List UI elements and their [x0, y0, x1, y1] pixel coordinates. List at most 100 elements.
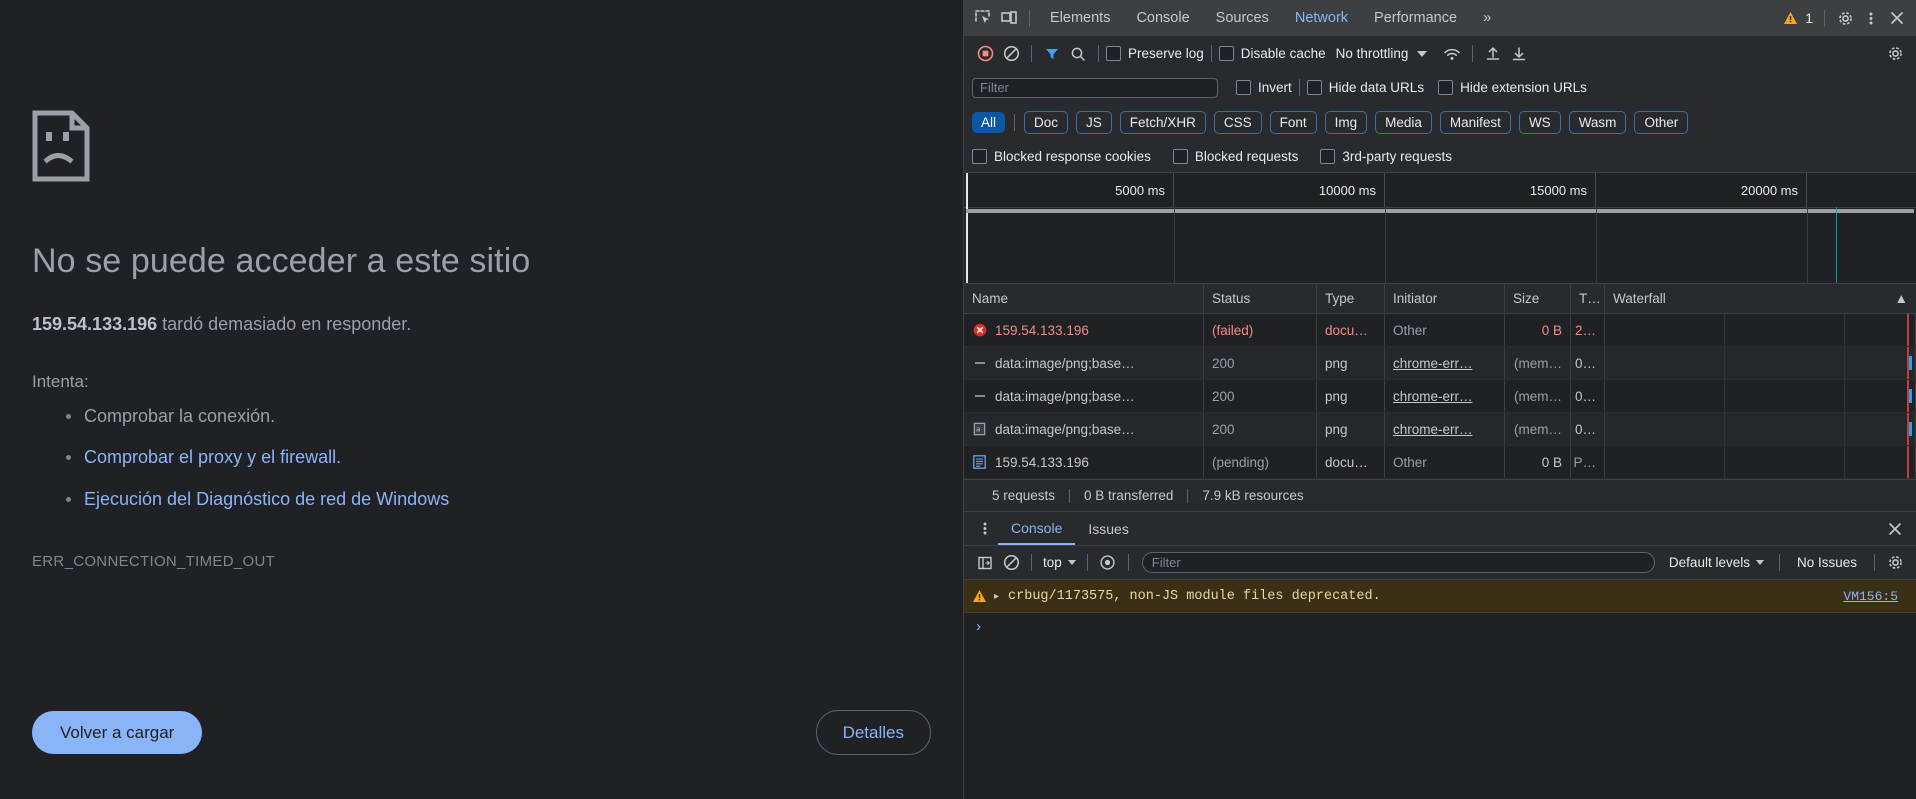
gear-icon[interactable]	[1882, 41, 1908, 67]
overview-tick: 20000 ms	[1596, 173, 1807, 207]
live-expression-icon[interactable]	[1095, 550, 1121, 576]
request-size: 0 B	[1505, 314, 1571, 346]
error-code: ERR_CONNECTION_TIMED_OUT	[32, 552, 276, 570]
chip-wasm[interactable]: Wasm	[1568, 110, 1627, 134]
try-label: Intenta:	[32, 371, 89, 391]
import-har-icon[interactable]	[1480, 41, 1506, 67]
chip-all[interactable]: All	[972, 111, 1006, 133]
filter-input[interactable]	[972, 77, 1218, 98]
gear-icon[interactable]	[1832, 5, 1858, 31]
request-initiator[interactable]: chrome-err…	[1393, 422, 1473, 437]
chip-media[interactable]: Media	[1375, 110, 1432, 134]
console-warning-message[interactable]: ▸ crbug/1173575, non-JS module files dep…	[964, 580, 1916, 613]
filter-funnel-icon[interactable]	[1039, 41, 1065, 67]
devtools-drawer: Console Issues top Filter Default levels…	[964, 512, 1916, 799]
tab-elements[interactable]: Elements	[1037, 0, 1123, 36]
table-row[interactable]: data:image/png;base… 200 png chrome-err……	[964, 380, 1916, 413]
chip-ws[interactable]: WS	[1518, 110, 1561, 134]
chip-other[interactable]: Other	[1634, 110, 1689, 134]
table-row[interactable]: 159.54.133.196 (pending) docu… Other 0 B…	[964, 446, 1916, 479]
column-header-time[interactable]: T…	[1571, 284, 1605, 313]
more-vertical-icon[interactable]	[1858, 5, 1884, 31]
network-conditions-icon[interactable]	[1439, 41, 1465, 67]
request-initiator[interactable]: chrome-err…	[1393, 356, 1473, 371]
sort-ascending-icon[interactable]: ▲	[1895, 291, 1908, 306]
expand-triangle-icon[interactable]: ▸	[994, 591, 999, 602]
device-toolbar-icon[interactable]	[996, 5, 1022, 31]
blocked-response-cookies-checkbox[interactable]: Blocked response cookies	[972, 148, 1151, 164]
overview-tick: 15000 ms	[1385, 173, 1596, 207]
hide-data-urls-checkbox[interactable]: Hide data URLs	[1306, 80, 1424, 95]
chip-font[interactable]: Font	[1269, 110, 1317, 134]
table-row[interactable]: data:image/png;base… 200 png chrome-err……	[964, 347, 1916, 380]
issues-counter[interactable]: No Issues	[1787, 555, 1867, 570]
column-header-type[interactable]: Type	[1317, 284, 1385, 313]
tab-sources[interactable]: Sources	[1203, 0, 1282, 36]
tab-network[interactable]: Network	[1282, 0, 1361, 36]
clear-icon[interactable]	[998, 41, 1024, 67]
request-name: data:image/png;base…	[995, 355, 1135, 371]
divider	[1014, 113, 1016, 131]
console-message-source-link[interactable]: VM156:5	[1843, 589, 1906, 604]
execution-context-selector[interactable]: top	[1039, 555, 1080, 570]
table-header-row: Name Status Type Initiator Size T… Water…	[964, 284, 1916, 314]
close-icon[interactable]	[1882, 516, 1908, 542]
throttling-select[interactable]: No throttling	[1336, 46, 1428, 61]
column-header-name[interactable]: Name	[964, 284, 1204, 313]
error-page-actions: Volver a cargar Detalles	[32, 710, 931, 755]
chip-css[interactable]: CSS	[1213, 110, 1262, 134]
export-har-icon[interactable]	[1506, 41, 1532, 67]
inspect-element-icon[interactable]	[970, 5, 996, 31]
divider	[1210, 45, 1212, 62]
blocked-requests-checkbox[interactable]: Blocked requests	[1172, 148, 1298, 164]
close-icon[interactable]	[1884, 5, 1910, 31]
chip-img[interactable]: Img	[1324, 110, 1368, 134]
list-item[interactable]: Ejecución del Diagnóstico de red de Wind…	[66, 485, 963, 515]
list-item[interactable]: Comprobar el proxy y el firewall.	[66, 443, 963, 473]
transferred-size: 0 B transferred	[1084, 488, 1174, 503]
column-header-initiator[interactable]: Initiator	[1385, 284, 1505, 313]
log-levels-selector[interactable]: Default levels	[1661, 555, 1772, 570]
more-vertical-icon[interactable]	[972, 516, 998, 542]
chip-fetch-xhr[interactable]: Fetch/XHR	[1119, 110, 1206, 134]
network-toolbar: Preserve log Disable cache No throttling	[964, 37, 1916, 71]
console-filter-input[interactable]	[1141, 552, 1655, 573]
column-header-waterfall[interactable]: Waterfall	[1613, 291, 1666, 306]
hide-extension-urls-checkbox[interactable]: Hide extension URLs	[1438, 80, 1587, 95]
warning-count-indicator[interactable]: 1	[1783, 10, 1817, 26]
checkbox-box	[1236, 80, 1251, 95]
waterfall-cell	[1605, 314, 1916, 346]
column-header-size[interactable]: Size	[1505, 284, 1571, 313]
reload-button[interactable]: Volver a cargar	[32, 711, 203, 754]
chip-js[interactable]: JS	[1076, 110, 1112, 134]
column-header-status[interactable]: Status	[1204, 284, 1317, 313]
request-initiator[interactable]: chrome-err…	[1393, 389, 1473, 404]
network-overview-timeline[interactable]: 5000 ms 10000 ms 15000 ms 20000 ms	[964, 173, 1916, 284]
disable-cache-checkbox[interactable]: Disable cache	[1218, 46, 1326, 61]
devtools-panel: Elements Console Sources Network Perform…	[963, 0, 1916, 799]
clear-console-icon[interactable]	[998, 550, 1024, 576]
console-sidebar-icon[interactable]	[972, 550, 998, 576]
more-tabs-button[interactable]: »	[1470, 0, 1504, 36]
tab-performance[interactable]: Performance	[1361, 0, 1470, 36]
warning-count-label: 1	[1805, 10, 1813, 26]
console-prompt[interactable]: ›	[964, 613, 1916, 642]
table-row[interactable]: a data:image/png;base… 200 png chrome-er…	[964, 413, 1916, 446]
third-party-requests-checkbox[interactable]: 3rd-party requests	[1320, 148, 1452, 164]
chip-doc[interactable]: Doc	[1024, 110, 1069, 134]
divider	[1874, 554, 1875, 571]
preserve-log-checkbox[interactable]: Preserve log	[1106, 46, 1204, 61]
overview-window-left-handle[interactable]	[966, 173, 968, 283]
record-stop-icon[interactable]	[972, 41, 998, 67]
drawer-tab-console[interactable]: Console	[998, 512, 1076, 545]
details-button[interactable]: Detalles	[815, 710, 931, 755]
divider	[1298, 79, 1300, 96]
chip-manifest[interactable]: Manifest	[1439, 110, 1511, 134]
drawer-tab-issues[interactable]: Issues	[1075, 512, 1141, 545]
request-time: 2…	[1571, 314, 1605, 346]
search-icon[interactable]	[1065, 41, 1091, 67]
table-row[interactable]: 159.54.133.196 (failed) docu… Other 0 B …	[964, 314, 1916, 347]
tab-console[interactable]: Console	[1123, 0, 1202, 36]
gear-icon[interactable]	[1882, 550, 1908, 576]
invert-checkbox[interactable]: Invert	[1236, 80, 1292, 95]
